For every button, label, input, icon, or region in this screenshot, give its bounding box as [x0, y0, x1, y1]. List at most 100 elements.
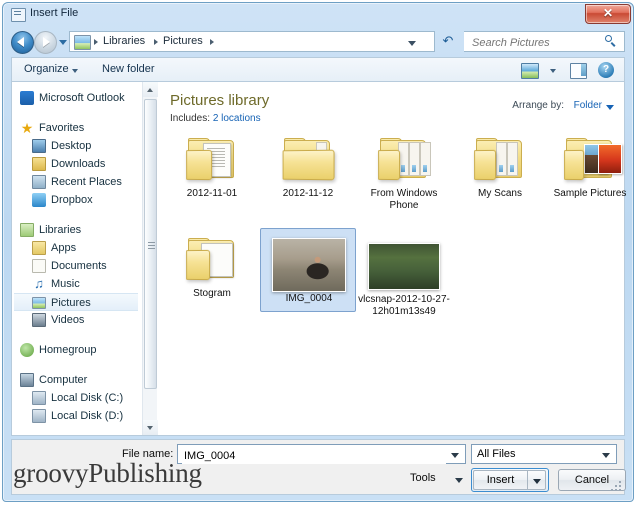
- recent-places-icon: [32, 175, 46, 189]
- videos-icon: [32, 313, 46, 327]
- chevron-down-icon[interactable]: [606, 105, 614, 110]
- address-bar[interactable]: Libraries Pictures: [69, 31, 435, 52]
- image-thumbnail: [272, 238, 346, 292]
- libraries-icon: [20, 223, 34, 237]
- navigation-bar: Libraries Pictures ↶: [3, 27, 633, 55]
- close-button[interactable]: ✕: [585, 4, 631, 24]
- homegroup-icon: [20, 343, 34, 357]
- sidebar-item-label: Microsoft Outlook: [39, 89, 125, 107]
- list-item[interactable]: Stogram: [164, 234, 260, 310]
- sidebar-item-label: Documents: [51, 257, 107, 275]
- library-includes: Includes: 2 locations: [170, 113, 261, 124]
- list-item[interactable]: From Windows Phone: [356, 134, 452, 210]
- dropbox-icon: [32, 193, 46, 207]
- new-folder-button[interactable]: New folder: [102, 63, 155, 75]
- includes-label: Includes:: [170, 113, 210, 124]
- close-icon: ✕: [586, 5, 630, 23]
- file-dialog-icon: [11, 8, 26, 22]
- list-item[interactable]: Sample Pictures: [542, 134, 634, 210]
- list-item[interactable]: 2012-11-12: [260, 134, 356, 210]
- image-thumbnail: [368, 243, 440, 290]
- documents-icon: [32, 259, 46, 273]
- breadcrumb-separator-icon: [154, 39, 158, 45]
- sidebar-item-label: Downloads: [51, 155, 105, 173]
- pictures-library-icon: [74, 35, 91, 50]
- sidebar-item-label: Favorites: [39, 119, 84, 137]
- sidebar-item-label: Libraries: [39, 221, 81, 239]
- sidebar-item-label: Homegroup: [39, 341, 96, 359]
- list-item-label: 2012-11-12: [260, 188, 356, 200]
- folder-icon: [282, 138, 334, 182]
- downloads-icon: [32, 157, 46, 171]
- chevron-down-icon[interactable]: [72, 69, 78, 73]
- chevron-down-icon[interactable]: [455, 478, 463, 483]
- list-item[interactable]: vlcsnap-2012-10-27-12h01m13s49: [356, 234, 452, 318]
- command-toolbar: Organize New folder ?: [11, 57, 625, 81]
- sidebar-item-label: Apps: [51, 239, 76, 257]
- browser-pane: Microsoft Outlook ★ Favorites Desktop Do…: [11, 81, 625, 436]
- scrollbar-thumb[interactable]: [144, 99, 157, 389]
- list-item[interactable]: 2012-11-01: [164, 134, 260, 210]
- breadcrumb-separator-icon: [210, 39, 214, 45]
- window-title: Insert File: [30, 7, 78, 19]
- arrange-by-label: Arrange by:: [512, 100, 564, 111]
- resize-grip-icon[interactable]: [611, 481, 621, 491]
- breadcrumb-separator-icon: [94, 39, 98, 45]
- file-name-field[interactable]: [177, 444, 466, 464]
- sidebar-item-label: Pictures: [51, 294, 91, 312]
- list-item-label: 2012-11-01: [164, 188, 260, 200]
- folder-icon: [186, 138, 238, 182]
- address-dropdown-icon[interactable]: [408, 41, 416, 46]
- chevron-down-icon[interactable]: [602, 453, 610, 458]
- folder-icon: [186, 238, 238, 282]
- sidebar-item-label: Desktop: [51, 137, 91, 155]
- file-type-filter[interactable]: All Files: [471, 444, 617, 464]
- search-input[interactable]: [470, 34, 599, 52]
- local-disk-icon: [32, 391, 46, 405]
- sidebar-item-label: Music: [51, 275, 80, 293]
- back-button[interactable]: [11, 31, 34, 54]
- folder-icon: [378, 138, 430, 182]
- history-dropdown-button[interactable]: [59, 40, 67, 45]
- chevron-down-icon[interactable]: [550, 69, 556, 73]
- help-icon[interactable]: ?: [598, 62, 614, 78]
- list-item-label: Stogram: [164, 288, 260, 300]
- list-item[interactable]: IMG_0004: [260, 228, 356, 312]
- forward-button[interactable]: [34, 31, 57, 54]
- list-item-label: From Windows Phone: [356, 188, 452, 212]
- scroll-up-arrow-icon[interactable]: [143, 82, 158, 97]
- file-list: Pictures library Includes: 2 locations A…: [158, 82, 624, 435]
- change-view-icon[interactable]: [521, 63, 539, 79]
- arrange-by-value[interactable]: Folder: [574, 100, 602, 111]
- sidebar-item-label: Local Disk (C:): [51, 389, 123, 407]
- sidebar-item-pictures[interactable]: Pictures: [14, 293, 138, 311]
- folder-icon: [564, 138, 616, 182]
- computer-icon: [20, 373, 34, 387]
- back-arrow-icon: [17, 37, 24, 47]
- sidebar-scrollbar[interactable]: [142, 82, 157, 435]
- search-box[interactable]: [464, 31, 625, 52]
- search-icon: [605, 35, 617, 47]
- refresh-icon[interactable]: ↶: [440, 33, 456, 49]
- insert-button[interactable]: Insert: [473, 470, 527, 490]
- tools-button[interactable]: Tools: [410, 472, 436, 484]
- list-item-label: vlcsnap-2012-10-27-12h01m13s49: [356, 294, 452, 318]
- organize-button[interactable]: Organize: [24, 63, 69, 75]
- breadcrumb-item-libraries[interactable]: Libraries: [103, 35, 145, 47]
- local-disk-icon: [32, 409, 46, 423]
- scroll-down-arrow-icon[interactable]: [143, 420, 158, 435]
- insert-button-group: Insert: [471, 468, 549, 492]
- forward-arrow-icon: [43, 37, 50, 47]
- page-title: Pictures library: [170, 92, 269, 109]
- favorites-star-icon: ★: [20, 121, 34, 135]
- breadcrumb-item-pictures[interactable]: Pictures: [163, 35, 203, 47]
- folder-icon: [32, 241, 46, 255]
- list-item[interactable]: My Scans: [452, 134, 548, 210]
- file-name-input[interactable]: [182, 447, 446, 464]
- folder-icon: [474, 138, 526, 182]
- locations-link[interactable]: 2 locations: [213, 113, 261, 124]
- insert-file-dialog: Insert File ✕ Libraries Pictures ↶ Searc…: [2, 2, 634, 502]
- chevron-down-icon[interactable]: [451, 453, 459, 458]
- insert-dropdown-button[interactable]: [527, 470, 546, 490]
- preview-pane-icon[interactable]: [570, 63, 587, 79]
